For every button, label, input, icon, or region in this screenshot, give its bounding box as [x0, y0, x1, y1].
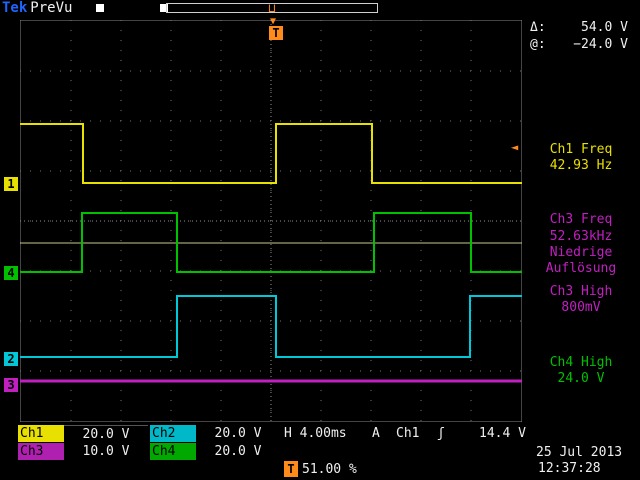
ch1-scale: 20.0 V: [64, 425, 148, 442]
time-readout: 12:37:28: [538, 461, 601, 476]
acquisition-mode: PreVu: [30, 0, 73, 16]
ch1-freq-label: Ch1 Freq: [549, 142, 613, 157]
ch4-high-value: 24.0 V: [557, 371, 605, 386]
trigger-position-value: 51.00 %: [302, 462, 357, 477]
ch1-freq-value: 42.93 Hz: [549, 158, 613, 173]
cursor-at-label: @:: [530, 37, 546, 52]
ch3-freq-note-line1: Niedrige: [549, 245, 613, 260]
trigger-level-arrow-icon: ◄: [511, 140, 519, 154]
trigger-time-marker[interactable]: T: [269, 26, 283, 40]
ch3-freq-note-line2: Auflösung: [545, 261, 617, 276]
trigger-position-marker-icon: ⊔: [268, 1, 276, 15]
ch3-scale: 10.0 V: [82, 444, 130, 459]
trigger-position-icon: T: [284, 461, 298, 477]
ch1-tag[interactable]: Ch1: [18, 425, 64, 442]
date-readout: 25 Jul 2013: [536, 445, 623, 460]
brand-logo: Tek: [2, 0, 28, 16]
ch3-freq-value: 52.63kHz: [549, 229, 613, 244]
cursor-delta-value: 54.0 V: [581, 20, 628, 35]
horizontal-scale[interactable]: H 4.00ms: [284, 425, 362, 442]
trigger-source[interactable]: Ch1: [396, 425, 430, 442]
ch4-high-label: Ch4 High: [549, 355, 613, 370]
cursor-delta-label: Δ:: [530, 20, 546, 35]
record-start-marker: [96, 4, 104, 12]
trigger-mode: A: [372, 426, 380, 441]
ch3-high-label: Ch3 High: [549, 284, 613, 299]
ch3-freq-label: Ch3 Freq: [549, 212, 613, 227]
cursor-delta-readout: Δ: 54.0 V: [530, 20, 640, 36]
ch3-ground-marker[interactable]: 3: [4, 378, 18, 392]
ch1-ground-marker[interactable]: 1: [4, 177, 18, 191]
trigger-slope-icon: ʃ: [437, 426, 445, 441]
cursor-at-value: −24.0 V: [573, 37, 628, 52]
ch2-scale: 20.0 V: [214, 426, 262, 441]
ch3-high-value: 800mV: [561, 300, 601, 315]
waveform-display: [20, 20, 522, 422]
ch4-ground-marker[interactable]: 4: [4, 266, 18, 280]
ch4-scale: 20.0 V: [214, 444, 262, 459]
trigger-level[interactable]: 14.4 V: [470, 425, 526, 442]
scope-brand: Tek PreVu: [2, 0, 72, 17]
ch4-tag[interactable]: Ch4: [150, 443, 196, 460]
ch2-tag[interactable]: Ch2: [150, 425, 196, 442]
cursor-at-readout: @: −24.0 V: [530, 37, 640, 53]
ch2-ground-marker[interactable]: 2: [4, 352, 18, 366]
ch3-tag[interactable]: Ch3: [18, 443, 64, 460]
